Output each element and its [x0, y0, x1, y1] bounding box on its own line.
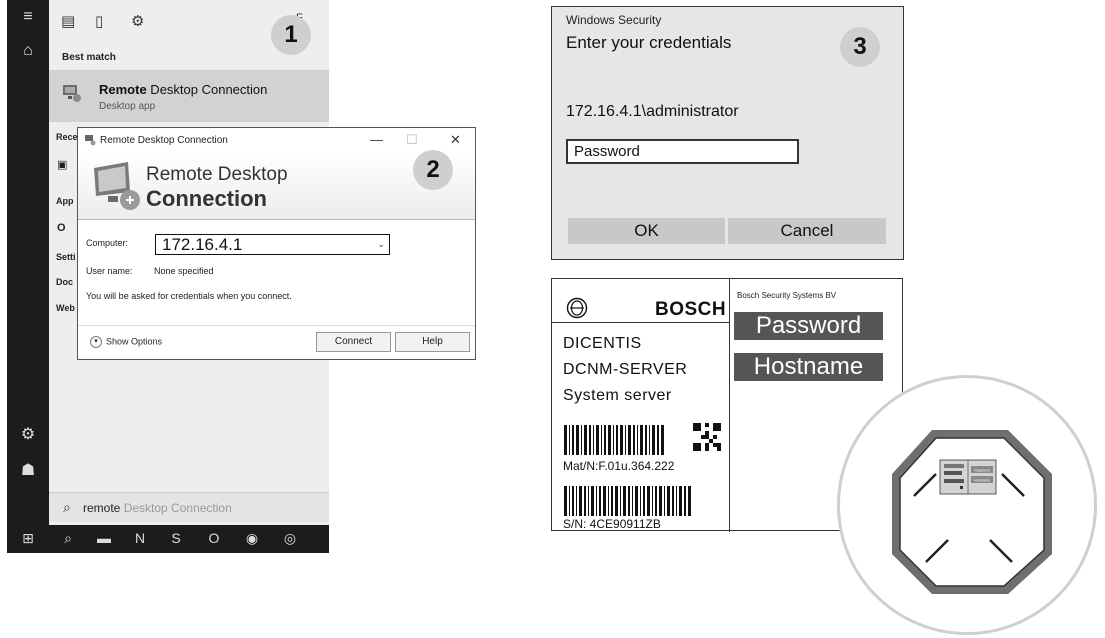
- apps-filter-icon[interactable]: ▤: [61, 12, 75, 30]
- maximize-button[interactable]: ☐: [406, 132, 418, 148]
- serial-number: S/N: 4CE90911ZB: [563, 517, 661, 531]
- computer-combobox[interactable]: 172.16.4.1 ⌄: [155, 234, 390, 255]
- step-badge-2: 2: [413, 150, 453, 190]
- security-app-name: Windows Security: [566, 13, 662, 27]
- minimize-button[interactable]: —: [370, 132, 383, 147]
- chevron-down-icon[interactable]: ⌄: [377, 239, 385, 250]
- outlook-icon[interactable]: O: [201, 530, 227, 546]
- device-zoom-inset: Password Hostname: [837, 375, 1097, 635]
- taskbar: ⊞ ⌕ ▬ N S O ◉ ◎: [7, 525, 329, 553]
- remote-desktop-icon: [63, 85, 81, 102]
- expand-menu-icon[interactable]: ≡: [7, 8, 49, 26]
- remote-desktop-logo-icon: [94, 162, 140, 210]
- home-icon[interactable]: ⌂: [7, 42, 49, 60]
- expand-options-icon: ▾: [90, 336, 102, 348]
- username-label: User name:: [86, 266, 133, 276]
- settings-icon[interactable]: ⚙: [7, 424, 49, 444]
- best-match-heading: Best match: [62, 52, 116, 63]
- skype-icon[interactable]: S: [163, 530, 189, 546]
- search-result-remote-desktop[interactable]: Remote Desktop Connection Desktop app: [49, 70, 329, 122]
- section-documents: Doc: [56, 277, 74, 287]
- step-badge-1: 1: [271, 15, 311, 55]
- section-settings: Setti: [56, 252, 76, 262]
- computer-value[interactable]: 172.16.4.1: [162, 235, 242, 255]
- password-field[interactable]: Password: [566, 139, 799, 164]
- search-icon: ⌕: [63, 499, 71, 515]
- recent-item-icon[interactable]: ▣: [57, 158, 67, 171]
- account-name: 172.16.4.1\administrator: [566, 103, 739, 120]
- zoom-hostname-sticker: Hostname: [974, 479, 990, 483]
- onenote-icon[interactable]: N: [127, 530, 153, 546]
- user-icon[interactable]: ☗: [7, 460, 49, 480]
- qr-code: [693, 423, 721, 451]
- windows-security-dialog: Windows Security Enter your credentials …: [551, 6, 904, 260]
- material-barcode: [564, 425, 664, 455]
- zoom-password-sticker: Password: [974, 469, 989, 473]
- credentials-note: You will be asked for credentials when y…: [86, 291, 292, 301]
- banner-title-line1: Remote Desktop: [146, 164, 288, 185]
- close-button[interactable]: ✕: [450, 132, 461, 148]
- section-recent: Rece: [56, 132, 78, 142]
- rdc-titlebar: Remote Desktop Connection — ☐ ✕: [78, 128, 475, 154]
- search-box[interactable]: ⌕ remote Desktop Connection: [49, 492, 329, 522]
- product-line-1: DICENTIS: [563, 335, 642, 352]
- connect-button[interactable]: Connect: [316, 332, 391, 352]
- settings-filter-icon[interactable]: ⚙: [131, 12, 144, 30]
- username-value: None specified: [154, 266, 214, 276]
- result-name: Remote Desktop Connection: [99, 82, 268, 97]
- label-divider-vertical: [729, 279, 730, 532]
- chrome-icon[interactable]: ◎: [277, 530, 303, 547]
- server-top-view-illustration: Password Hostname: [892, 430, 1052, 594]
- start-rail: ≡ ⌂ ⚙ ☗: [7, 0, 49, 525]
- computer-label: Computer:: [86, 238, 129, 248]
- product-line-3: System server: [563, 387, 672, 404]
- cancel-button[interactable]: Cancel: [728, 218, 886, 244]
- password-placeholder: Password: [574, 143, 640, 160]
- result-type: Desktop app: [99, 101, 156, 112]
- file-explorer-icon[interactable]: ▬: [91, 530, 117, 546]
- bosch-brand: BOSCH: [655, 299, 727, 320]
- ok-button[interactable]: OK: [568, 218, 725, 244]
- section-web: Web: [56, 303, 75, 313]
- documents-filter-icon[interactable]: ▯: [95, 12, 103, 30]
- banner-title-line2: Connection: [146, 186, 267, 211]
- section-apps: App: [56, 196, 74, 206]
- step-badge-3: 3: [840, 27, 880, 67]
- password-sticker: Password: [734, 312, 883, 340]
- app-item-icon[interactable]: O: [57, 222, 66, 234]
- serial-barcode: [564, 486, 691, 516]
- label-divider-horizontal: [552, 322, 729, 323]
- product-line-2: DCNM-SERVER: [563, 361, 688, 378]
- taskbar-search-icon[interactable]: ⌕: [55, 530, 81, 547]
- manufacturer-name: Bosch Security Systems BV: [737, 291, 837, 300]
- credentials-heading: Enter your credentials: [566, 33, 732, 52]
- windows-start-icon[interactable]: ⊞: [15, 530, 41, 547]
- rdc-footer: ▾ Show Options Connect Help: [78, 325, 475, 359]
- rdc-title-icon: [85, 135, 96, 146]
- firefox-icon[interactable]: ◉: [239, 530, 265, 547]
- material-number: Mat/N:F.01u.364.222: [563, 459, 675, 473]
- bosch-armature-icon: [566, 297, 588, 319]
- help-button[interactable]: Help: [395, 332, 470, 352]
- search-query[interactable]: remote Desktop Connection: [83, 501, 232, 515]
- rdc-dialog: Remote Desktop Connection — ☐ ✕ Remote D…: [77, 127, 476, 360]
- rdc-window-title: Remote Desktop Connection: [100, 135, 228, 146]
- show-options-toggle[interactable]: ▾ Show Options: [90, 336, 162, 348]
- hostname-sticker: Hostname: [734, 353, 883, 381]
